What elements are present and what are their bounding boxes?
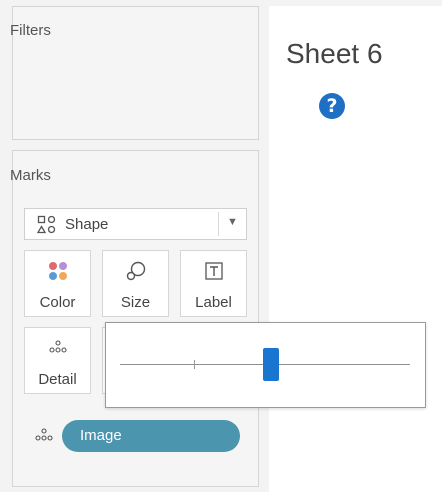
- color-button-label: Color: [39, 294, 76, 311]
- color-button[interactable]: Color: [24, 250, 91, 317]
- color-dots-icon: [25, 259, 90, 283]
- label-button-label: Label: [195, 294, 232, 311]
- dropdown-divider: [218, 212, 219, 236]
- left-shelf-panel: Filters Marks Shape ▼ Color Size Label D…: [0, 0, 265, 492]
- size-icon: [103, 259, 168, 283]
- size-slider-default-tick: [194, 360, 195, 369]
- image-field-pill[interactable]: Image: [62, 420, 240, 452]
- text-label-icon: [181, 259, 246, 283]
- shape-icon: [36, 215, 57, 235]
- detail-dots-icon: [34, 426, 54, 444]
- chevron-down-icon[interactable]: ▼: [227, 216, 238, 228]
- filters-title: Filters: [10, 22, 51, 39]
- tableau-workspace: Filters Marks Shape ▼ Color Size Label D…: [0, 0, 442, 492]
- sheet-title[interactable]: Sheet 6: [286, 38, 383, 70]
- detail-button[interactable]: Detail: [24, 327, 91, 394]
- help-question-icon[interactable]: ?: [319, 93, 345, 119]
- marks-title: Marks: [10, 167, 51, 184]
- mark-type-label: Shape: [65, 216, 109, 233]
- size-slider-handle[interactable]: [263, 348, 279, 381]
- detail-dots-icon: [25, 336, 90, 360]
- size-button-label: Size: [120, 294, 151, 311]
- size-slider-popup: [105, 322, 426, 408]
- detail-button-label: Detail: [38, 371, 77, 388]
- mark-type-dropdown[interactable]: Shape ▼: [24, 208, 247, 240]
- label-button[interactable]: Label: [180, 250, 247, 317]
- sheet-view: Sheet 6 ?: [269, 6, 442, 492]
- size-button[interactable]: Size: [102, 250, 169, 317]
